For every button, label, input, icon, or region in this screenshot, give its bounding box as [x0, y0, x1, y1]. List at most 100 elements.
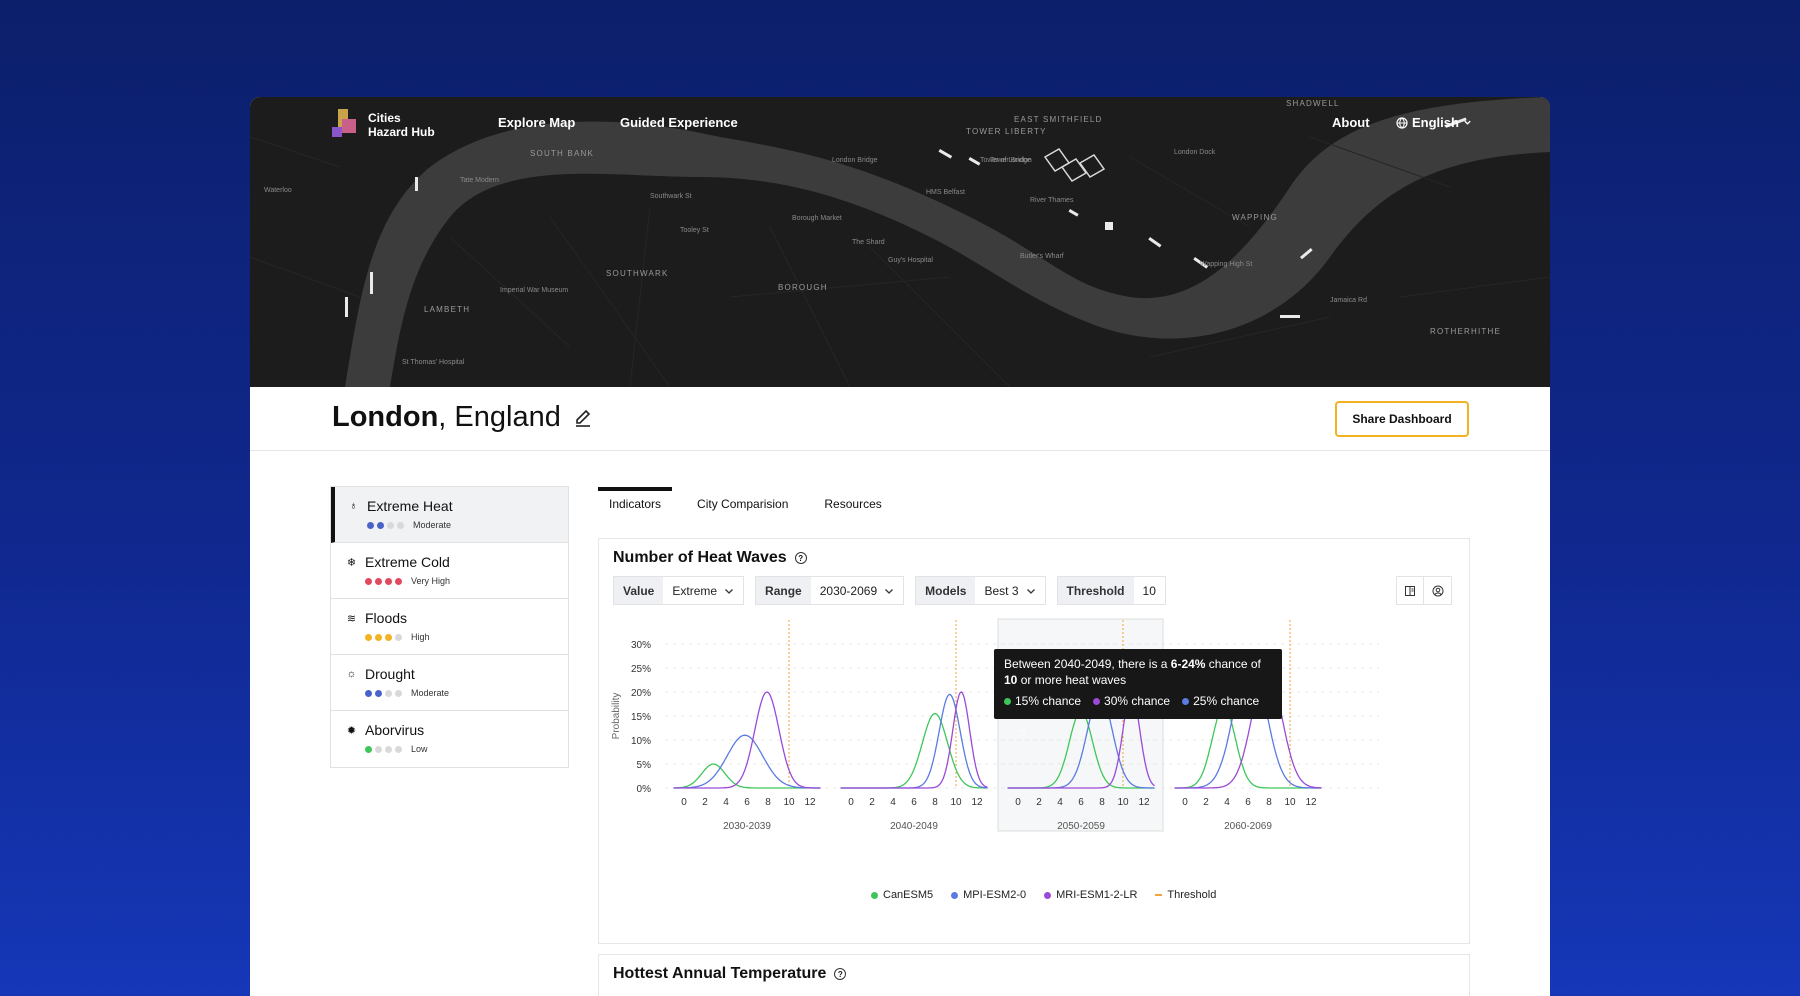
nav-about[interactable]: About	[1332, 115, 1370, 130]
sidebar-item-extreme-cold[interactable]: ❄ Extreme Cold Very High	[331, 543, 568, 599]
tab-indicators[interactable]: Indicators	[598, 487, 673, 523]
virus-icon: ✹	[346, 724, 357, 737]
map-district-label: SOUTHWARK	[606, 269, 669, 278]
tooltip-text: or more heat waves	[1017, 673, 1127, 687]
nav-explore-map[interactable]: Explore Map	[498, 115, 575, 130]
x-tick-label: 4	[890, 797, 896, 808]
x-tick-label: 8	[932, 797, 938, 808]
help-icon[interactable]: ?	[794, 552, 807, 564]
map-place-label: Tate Modern	[460, 177, 499, 184]
level-dot-icon	[365, 745, 372, 753]
tooltip-chance: 25% chance	[1193, 694, 1260, 708]
sidebar-item-floods[interactable]: ≋ Floods High	[331, 599, 568, 655]
table-view-button[interactable]	[1396, 576, 1424, 605]
level-dot-icon	[385, 689, 392, 697]
chevron-down-icon	[1026, 588, 1035, 594]
legend-dot-icon	[1093, 697, 1101, 705]
filter-models[interactable]: Models Best 3	[915, 576, 1046, 605]
language-selector[interactable]: English	[1396, 115, 1472, 130]
legend-dot-icon	[1182, 697, 1190, 705]
level-dot-icon	[385, 633, 392, 641]
sidebar-item-aborvirus[interactable]: ✹ Aborvirus Low	[331, 711, 568, 767]
map-district-label: ROTHERHITHE	[1430, 327, 1501, 336]
filter-value[interactable]: Value Extreme	[613, 576, 745, 605]
snowflake-icon: ❄	[346, 556, 357, 569]
y-axis-label: Probability	[611, 693, 622, 740]
severity-label: Moderate	[413, 520, 452, 530]
legend-label: CanESM5	[883, 889, 934, 901]
share-dashboard-button[interactable]: Share Dashboard	[1335, 401, 1469, 437]
map-place-label: Guy's Hospital	[888, 257, 933, 264]
legend-dot-icon	[871, 891, 878, 899]
sidebar-item-drought[interactable]: ☼ Drought Moderate	[331, 655, 568, 711]
panel-tools	[1396, 576, 1452, 605]
threshold-line-icon	[1155, 894, 1163, 896]
tooltip-chance: 30% chance	[1104, 694, 1171, 708]
level-dot-icon	[385, 577, 392, 585]
map-district-label: WAPPING	[1232, 213, 1278, 222]
level-dot-icon	[375, 633, 382, 641]
filter-range[interactable]: Range 2030-2069	[755, 576, 905, 605]
map-header[interactable]: SOUTH BANK SOUTHWARK BOROUGH LAMBETH WAP…	[250, 97, 1550, 387]
level-dot-icon	[395, 689, 402, 697]
tooltip-text: Between 2040-2049, there is a	[1004, 657, 1171, 671]
logo-text: Hazard Hub	[368, 125, 435, 139]
nav-guided-experience[interactable]: Guided Experience	[620, 115, 738, 130]
facet-label: 2040-2049	[890, 821, 938, 832]
threshold-input[interactable]: 10	[1143, 584, 1156, 598]
filter-value-text: 2030-2069	[819, 583, 878, 598]
level-dot-icon	[375, 745, 382, 753]
book-icon	[1405, 585, 1415, 596]
tab-resources[interactable]: Resources	[813, 487, 892, 523]
legend-dot-icon	[951, 891, 959, 899]
sidebar-item-extreme-heat[interactable]: ♁ Extreme Heat Moderate	[331, 487, 568, 543]
level-dot-icon	[365, 633, 372, 641]
map-district-label: BOROUGH	[778, 283, 828, 292]
level-dot-icon	[387, 521, 394, 529]
chevron-down-icon	[885, 588, 894, 594]
tooltip-count: 10	[1004, 673, 1018, 687]
level-dot-icon	[377, 521, 384, 529]
globe-icon	[1396, 116, 1408, 129]
map-district-label: TOWER LIBERTY	[966, 127, 1047, 136]
map-background	[250, 97, 1550, 387]
map-place-label: HMS Belfast	[926, 189, 965, 196]
tab-city-comparison[interactable]: City Comparision	[686, 487, 799, 523]
user-circle-icon	[1432, 585, 1443, 596]
facet-label: 2050-2059	[1057, 821, 1105, 832]
x-tick-label: 2	[1036, 797, 1042, 808]
y-tick-label: 25%	[631, 664, 651, 675]
legend-label: Threshold	[1167, 889, 1217, 901]
legend-label: MRI-ESM1-2-LR	[1056, 889, 1138, 901]
logo-text: Cities	[368, 111, 401, 125]
map-place-label: Wapping High St	[1200, 261, 1253, 268]
series-line-canesm5	[840, 712, 988, 789]
y-tick-label: 0%	[637, 784, 652, 795]
filter-label: Models	[916, 577, 976, 604]
heat-waves-panel: Number of Heat Waves ? Value Extreme Ran…	[598, 538, 1470, 944]
map-place-label: Southwark St	[650, 193, 692, 200]
filter-threshold[interactable]: Threshold 10	[1056, 576, 1166, 605]
x-tick-label: 12	[804, 797, 816, 808]
x-tick-label: 8	[1266, 797, 1272, 808]
severity-label: Low	[411, 744, 428, 754]
help-icon[interactable]: ?	[834, 968, 847, 980]
x-tick-label: 12	[1305, 797, 1317, 808]
x-tick-label: 8	[765, 797, 771, 808]
download-button[interactable]	[1424, 576, 1452, 605]
app-logo[interactable]: Cities Hazard Hub	[332, 109, 435, 141]
flood-icon: ≋	[346, 612, 357, 625]
legend-item: CanESM5	[871, 889, 933, 901]
location-header: London, England Share Dashboard	[250, 387, 1550, 451]
x-tick-label: 2	[869, 797, 875, 808]
hazard-sidebar: ♁ Extreme Heat Moderate ❄ Extreme Cold Very H…	[330, 486, 569, 768]
x-tick-label: 0	[848, 797, 854, 808]
edit-pencil-icon[interactable]	[573, 408, 593, 428]
x-tick-label: 0	[681, 797, 687, 808]
level-dot-icon	[367, 521, 374, 529]
level-dot-icon	[375, 689, 382, 697]
chart-legend: CanESM5 MPI-ESM2-0 MRI-ESM1-2-LR Thresho…	[871, 889, 1216, 901]
facet-label: 2030-2039	[723, 821, 771, 832]
severity-indicator: Moderate	[367, 520, 568, 530]
map-place-label: The Shard	[852, 239, 885, 246]
